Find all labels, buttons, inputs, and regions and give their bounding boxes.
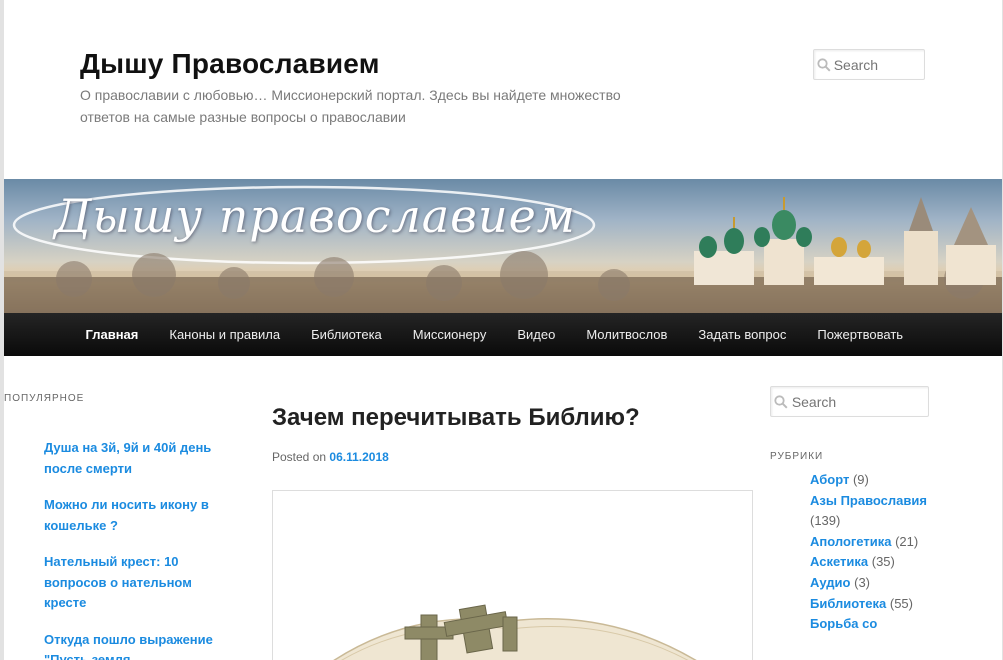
list-item: Библиотека (55) xyxy=(810,594,930,615)
popular-link[interactable]: Нательный крест: 10 вопросов о нательном… xyxy=(44,554,192,610)
list-item: Аборт (9) xyxy=(810,470,930,491)
sidebar-search-input[interactable] xyxy=(791,393,928,410)
page: Дышу Православием О православии с любовь… xyxy=(4,0,1002,660)
list-item: Аскетика (35) xyxy=(810,552,930,573)
site-description: О православии с любовью… Миссионерский п… xyxy=(80,87,621,125)
main-navigation: Главная Каноны и правила Библиотека Мисс… xyxy=(4,313,1002,356)
list-item: Борьба со xyxy=(810,614,930,635)
category-link[interactable]: Аудио xyxy=(810,575,850,590)
header-search[interactable] xyxy=(813,49,925,80)
nav-item-prayer-book[interactable]: Молитвослов xyxy=(571,313,683,356)
popular-widget-title: ПОПУЛЯРНОЕ xyxy=(4,393,85,404)
nav-item-video[interactable]: Видео xyxy=(502,313,571,356)
category-count: (35) xyxy=(871,554,895,570)
nav-item-ask-question[interactable]: Задать вопрос xyxy=(683,313,802,356)
list-item: Аудио (3) xyxy=(810,573,930,594)
nav-item-donate[interactable]: Пожертвовать xyxy=(802,313,919,356)
category-count: (139) xyxy=(810,513,841,529)
nav-item-canons[interactable]: Каноны и правила xyxy=(154,313,296,356)
nav-item-home[interactable]: Главная xyxy=(70,313,154,356)
list-item: Азы Православия (139) xyxy=(810,491,930,532)
category-link[interactable]: Азы Православия xyxy=(810,493,927,508)
nav-item-library[interactable]: Библиотека xyxy=(296,313,398,356)
banner-text: Дышу православием xyxy=(54,189,576,243)
article-date-link[interactable]: 06.11.2018 xyxy=(329,450,388,464)
site-title[interactable]: Дышу Православием xyxy=(80,48,380,80)
list-item: Апологетика (21) xyxy=(810,532,930,553)
popular-link[interactable]: Душа на 3й, 9й и 40й день после смерти xyxy=(44,440,211,476)
header-search-input[interactable] xyxy=(833,56,924,73)
categories-list: Аборт (9) Азы Православия (139) Апологет… xyxy=(810,470,930,635)
list-item: Можно ли носить икону в кошельке ? xyxy=(44,495,216,536)
category-link[interactable]: Библиотека xyxy=(810,596,886,611)
popular-link[interactable]: Можно ли носить икону в кошельке ? xyxy=(44,497,209,533)
category-link[interactable]: Борьба со xyxy=(810,616,877,631)
category-count: (9) xyxy=(852,472,869,487)
category-count: (21) xyxy=(895,533,919,549)
category-count: (55) xyxy=(889,595,913,611)
popular-list: Душа на 3й, 9й и 40й день после смерти М… xyxy=(44,438,216,660)
header-banner: Дышу православием xyxy=(4,179,1002,313)
search-icon xyxy=(814,50,834,79)
list-item: Откуда пошло выражение "Пусть земля xyxy=(44,630,216,660)
list-item: Душа на 3й, 9й и 40й день после смерти xyxy=(44,438,216,479)
article-meta: Posted on 06.11.2018 xyxy=(272,450,389,464)
category-link[interactable]: Аскетика xyxy=(810,554,868,569)
featured-image[interactable] xyxy=(272,490,753,660)
bible-image xyxy=(333,604,697,660)
category-link[interactable]: Аборт xyxy=(810,472,849,487)
sidebar-search[interactable] xyxy=(770,386,929,417)
posted-on-label: Posted on xyxy=(272,450,327,464)
article-title[interactable]: Зачем перечитывать Библию? xyxy=(272,404,640,432)
category-count: (3) xyxy=(854,574,870,590)
list-item: Нательный крест: 10 вопросов о нательном… xyxy=(44,552,216,614)
categories-widget-title: РУБРИКИ xyxy=(770,451,824,462)
nav-item-missionary[interactable]: Миссионеру xyxy=(397,313,502,356)
popular-link[interactable]: Откуда пошло выражение "Пусть земля xyxy=(44,632,213,660)
search-icon xyxy=(771,387,792,416)
category-link[interactable]: Апологетика xyxy=(810,534,891,549)
